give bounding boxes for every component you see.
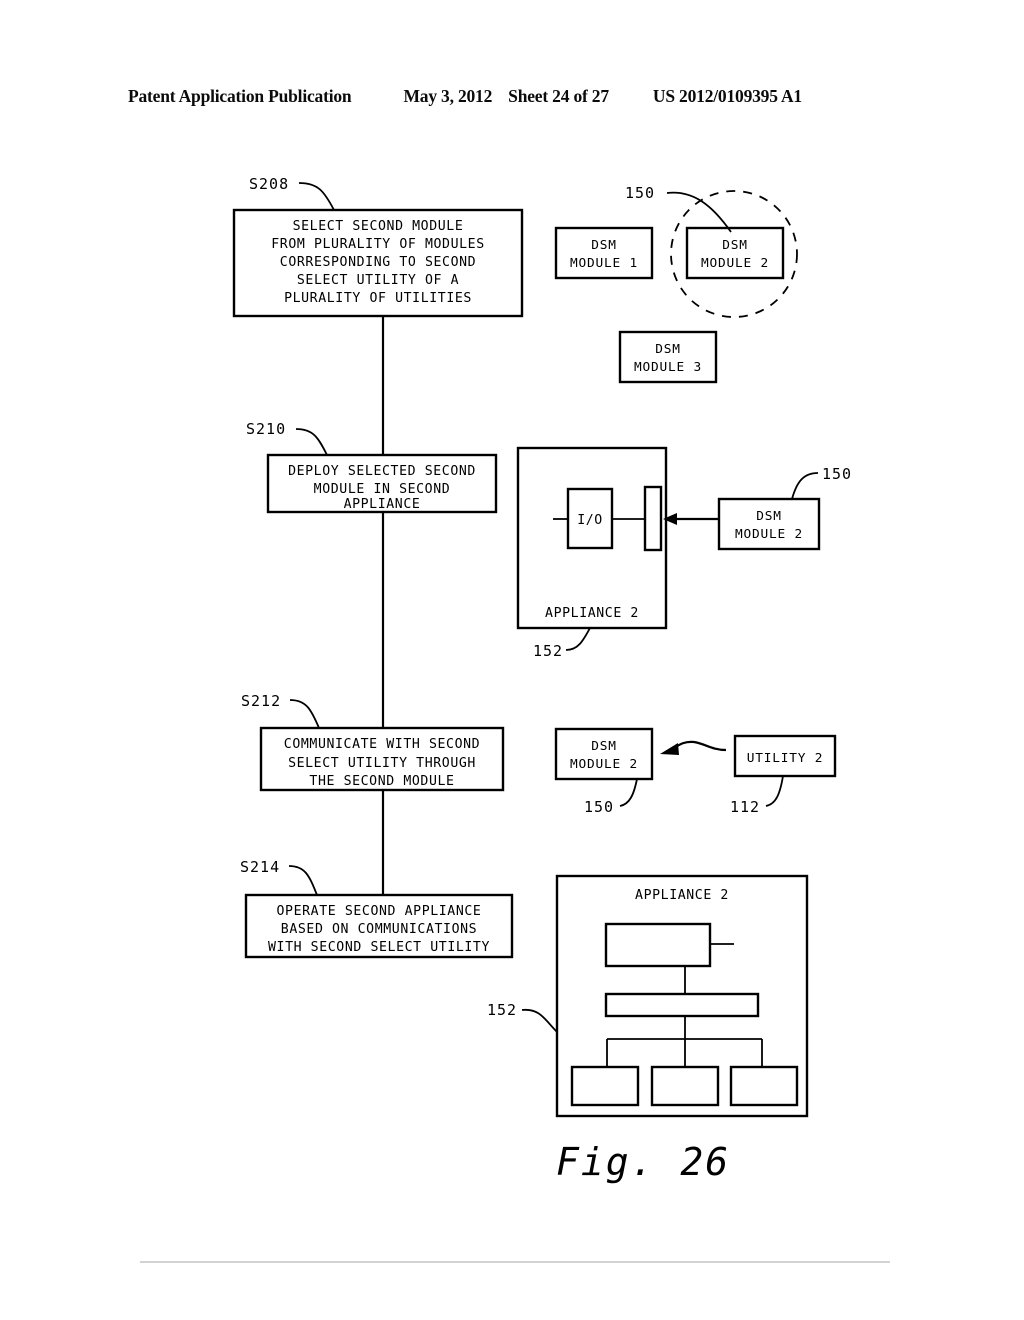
communicate-signal-arrow-line	[671, 740, 727, 752]
flow-step-s210: S210 DEPLOY SELECTED SECOND MODULE IN SE…	[246, 420, 498, 514]
operate-controller-block	[604, 922, 712, 968]
operate-bus-bar	[604, 992, 760, 1018]
communicate-dsm-module-2[interactable]: DSM MODULE 2	[554, 727, 654, 781]
dsm-module-1[interactable]: DSM MODULE 1	[554, 226, 654, 280]
flow-step-s208-line-4: SELECT UTILITY OF A	[297, 273, 459, 288]
operate-appliance-ref: 152	[487, 1001, 517, 1019]
dsm-module-2[interactable]: DSM MODULE 2	[685, 226, 785, 280]
flow-step-s214-ref: S214	[240, 858, 280, 876]
flow-step-s210-line-2: MODULE IN SECOND	[314, 482, 451, 497]
flow-step-s212-line-1: COMMUNICATE WITH SECOND	[284, 737, 480, 752]
flow-step-s212: S212 COMMUNICATE WITH SECOND SELECT UTIL…	[241, 692, 505, 792]
module-bank-ref-150: 150	[625, 184, 655, 202]
flow-step-s210-leader	[295, 428, 328, 456]
communicate-scene: DSM MODULE 2 150 UTILITY 2 112	[554, 727, 837, 816]
dsm-module-3-line-2: MODULE 3	[634, 360, 702, 375]
flow-step-s212-line-3: THE SECOND MODULE	[309, 774, 454, 789]
flow-step-s208-line-2: FROM PLURALITY OF MODULES	[271, 237, 485, 252]
figure-caption: Fig. 26	[556, 1140, 730, 1184]
operate-appliance-label: APPLIANCE 2	[635, 888, 729, 903]
deploy-dsm-module-2-ref: 150	[822, 465, 852, 483]
flow-step-s212-leader	[289, 699, 320, 729]
deploy-dsm-module-2-line-2: MODULE 2	[735, 527, 803, 542]
operate-component-block-2	[650, 1065, 720, 1107]
dsm-module-1-line-1: DSM	[591, 238, 617, 253]
deploy-appliance-ref-leader	[565, 627, 591, 651]
deploy-appliance-ref: 152	[533, 642, 563, 660]
utility-2[interactable]: UTILITY 2	[733, 734, 837, 778]
operate-scene: APPLIANCE 2 152	[487, 874, 809, 1118]
deploy-appliance-label: APPLIANCE 2	[545, 606, 639, 621]
communicate-signal-arrowhead	[660, 743, 679, 755]
deploy-dsm-module-2-line-1: DSM	[756, 509, 782, 524]
deploy-module-slot	[643, 485, 663, 552]
flow-step-s212-ref: S212	[241, 692, 281, 710]
communicate-dsm-module-2-line-2: MODULE 2	[570, 757, 638, 772]
flow-step-s208-line-1: SELECT SECOND MODULE	[293, 219, 464, 234]
flow-step-s208-ref: S208	[249, 175, 289, 193]
deploy-appliance-box	[516, 446, 668, 630]
flow-step-s214-line-2: BASED ON COMMUNICATIONS	[281, 922, 477, 937]
utility-2-ref-leader	[765, 775, 784, 807]
operate-appliance-box	[555, 874, 809, 1118]
flow-step-s208: S208 SELECT SECOND MODULE FROM PLURALITY…	[232, 175, 524, 318]
dsm-module-3-line-1: DSM	[655, 342, 681, 357]
patent-page: Patent Application Publication May 3, 20…	[0, 0, 1024, 1320]
dsm-module-1-line-2: MODULE 1	[570, 256, 638, 271]
module-bank: 150 DSM MODULE 1 DSM MODULE 2 DSM MODULE…	[554, 184, 798, 384]
flow-step-s208-leader	[298, 182, 335, 211]
operate-component-block-1	[570, 1065, 640, 1107]
communicate-dsm-module-2-ref: 150	[584, 798, 614, 816]
deploy-scene: I/O APPLIANCE 2 152 DSM MODULE 2 150	[516, 446, 852, 660]
deploy-io-label: I/O	[577, 513, 603, 528]
flow-step-s208-line-3: CORRESPONDING TO SECOND	[280, 255, 476, 270]
flow-step-s214: S214 OPERATE SECOND APPLIANCE BASED ON C…	[240, 858, 514, 959]
deploy-dsm-module-2-ref-leader	[791, 472, 819, 500]
module-selection-circle	[670, 190, 798, 318]
flow-step-s210-line-1: DEPLOY SELECTED SECOND	[288, 464, 476, 479]
flow-step-s214-line-3: WITH SECOND SELECT UTILITY	[268, 940, 490, 955]
flow-step-s210-line-3: APPLIANCE	[344, 497, 421, 512]
flow-step-s214-line-1: OPERATE SECOND APPLIANCE	[277, 904, 482, 919]
communicate-dsm-module-2-ref-leader	[619, 778, 638, 807]
flow-step-s208-line-5: PLURALITY OF UTILITIES	[284, 291, 472, 306]
dsm-module-3[interactable]: DSM MODULE 3	[618, 330, 718, 384]
utility-2-label: UTILITY 2	[747, 751, 824, 766]
dsm-module-2-line-1: DSM	[722, 238, 748, 253]
operate-component-block-3	[729, 1065, 799, 1107]
flow-step-s214-leader	[288, 865, 318, 896]
flow-step-s212-line-2: SELECT UTILITY THROUGH	[288, 756, 476, 771]
figure-26-drawing: S208 SELECT SECOND MODULE FROM PLURALITY…	[140, 175, 890, 1263]
communicate-dsm-module-2-line-1: DSM	[591, 739, 617, 754]
operate-appliance-ref-leader	[521, 1008, 558, 1033]
dsm-module-2-line-2: MODULE 2	[701, 256, 769, 271]
utility-2-ref: 112	[730, 798, 760, 816]
deploy-dsm-module-2[interactable]: DSM MODULE 2	[717, 497, 821, 551]
flow-step-s210-ref: S210	[246, 420, 286, 438]
